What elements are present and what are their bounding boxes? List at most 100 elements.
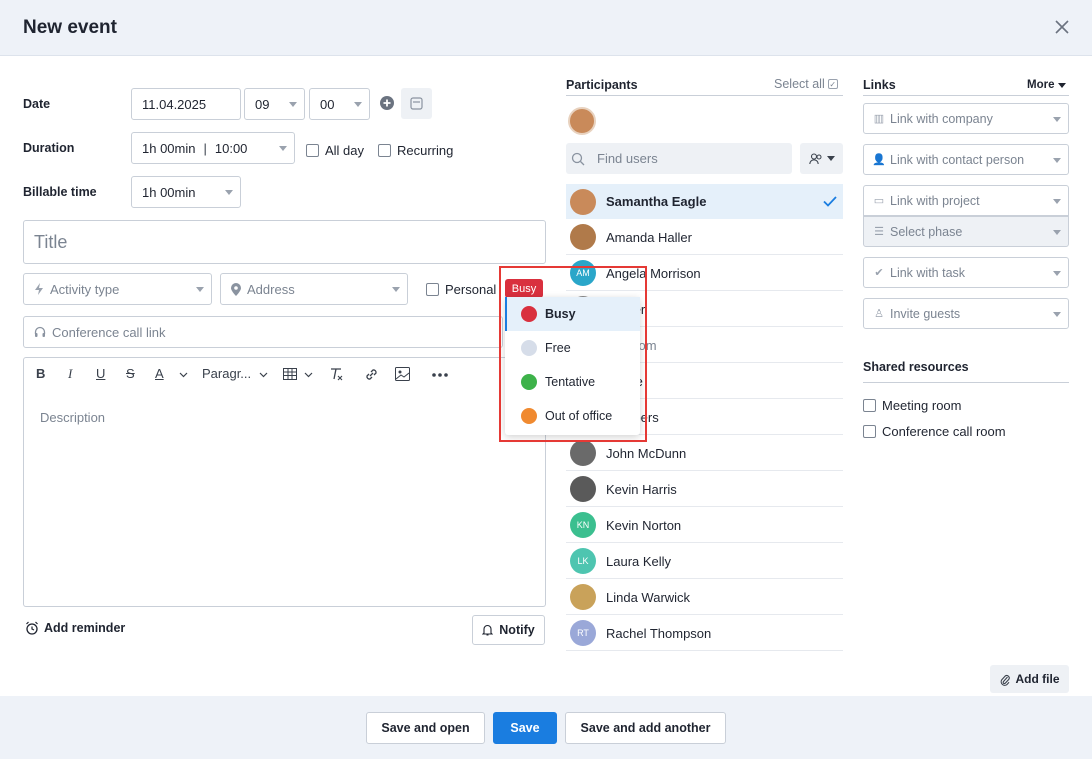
participant-row[interactable]: Amanda Haller xyxy=(566,220,843,255)
alarm-clock-icon xyxy=(26,621,38,635)
link-contact-select[interactable]: 👤 Link with contact person xyxy=(863,144,1069,175)
avatar xyxy=(570,224,596,250)
participant-row[interactable]: Samantha Eagle xyxy=(566,184,843,219)
conference-room-checkbox[interactable]: Conference call room xyxy=(863,424,1006,439)
image-icon[interactable] xyxy=(395,367,410,381)
clear-format-icon[interactable] xyxy=(329,367,343,381)
meeting-room-checkbox[interactable]: Meeting room xyxy=(863,398,961,413)
caret-down-icon xyxy=(1058,82,1067,88)
add-reminder-button[interactable]: Add reminder xyxy=(25,621,125,635)
participants-title: Participants xyxy=(566,78,638,92)
link-icon[interactable] xyxy=(364,367,379,382)
dialog-footer: Save and open Save Save and add another xyxy=(0,696,1092,759)
chevron-down-icon[interactable] xyxy=(304,372,313,378)
select-phase-select[interactable]: ☰ Select phase xyxy=(863,216,1069,247)
participant-row[interactable]: Linda Warwick xyxy=(566,580,843,615)
participant-name: Kevin Norton xyxy=(606,517,682,533)
billable-select[interactable]: 1h 00min xyxy=(131,176,241,208)
participant-name: Kevin Harris xyxy=(606,481,677,497)
location-pin-icon xyxy=(231,282,241,296)
avatar xyxy=(570,584,596,610)
add-file-button[interactable]: Add file xyxy=(990,665,1069,693)
users-icon xyxy=(808,152,821,164)
link-project-select[interactable]: ▭ Link with project xyxy=(863,185,1069,216)
bold-button[interactable]: B xyxy=(36,366,45,381)
duration-separator: | xyxy=(203,140,207,156)
personal-checkbox[interactable]: Personal xyxy=(426,282,496,297)
save-button[interactable]: Save xyxy=(493,712,557,744)
avatar: KN xyxy=(570,512,596,538)
highlight-box xyxy=(499,266,647,442)
italic-button[interactable]: I xyxy=(68,366,72,382)
more-links-button[interactable]: More xyxy=(1027,79,1067,91)
link-task-select[interactable]: ✔ Link with task xyxy=(863,257,1069,288)
dialog-header: New event xyxy=(0,0,1092,56)
bell-icon xyxy=(482,624,494,636)
links-title: Links xyxy=(863,78,896,92)
user-groups-button[interactable] xyxy=(800,143,843,174)
shared-resources-divider xyxy=(863,382,1069,383)
shared-resources-title: Shared resources xyxy=(863,360,969,374)
avatar: RT xyxy=(570,620,596,646)
participant-name: Amanda Haller xyxy=(606,229,692,245)
participant-name: Linda Warwick xyxy=(606,589,691,605)
participant-name: John McDunn xyxy=(606,445,687,461)
select-all-check-icon: ✓ xyxy=(827,79,838,89)
person-icon: 👤 xyxy=(872,154,886,166)
participants-divider xyxy=(566,95,843,96)
all-day-checkbox[interactable]: All day xyxy=(306,143,364,158)
participant-row[interactable]: Kevin Harris xyxy=(566,472,843,507)
close-icon[interactable] xyxy=(1052,17,1072,37)
avatar xyxy=(570,440,596,466)
find-users-input[interactable]: Find users xyxy=(566,143,792,174)
chevron-down-icon[interactable] xyxy=(179,372,188,378)
more-options-icon[interactable] xyxy=(432,373,448,377)
chevron-down-icon[interactable] xyxy=(259,372,268,378)
underline-button[interactable]: U xyxy=(96,366,105,381)
links-divider xyxy=(863,95,1069,96)
strikethrough-button[interactable]: S xyxy=(126,366,135,381)
timezone-button[interactable] xyxy=(401,88,432,119)
link-company-select[interactable]: ▥ Link with company xyxy=(863,103,1069,134)
dialog-title: New event xyxy=(23,17,117,38)
activity-type-select[interactable]: Activity type xyxy=(23,273,212,305)
date-input[interactable]: 11.04.2025 xyxy=(131,88,241,120)
date-label: Date xyxy=(23,97,51,111)
notify-button[interactable]: Notify xyxy=(472,615,545,645)
save-and-open-button[interactable]: Save and open xyxy=(366,712,485,744)
participant-row[interactable]: LK Laura Kelly xyxy=(566,544,843,579)
text-color-button[interactable]: A xyxy=(155,366,164,381)
avatar xyxy=(568,107,596,135)
minute-select[interactable]: 00 xyxy=(309,88,370,120)
participant-name: Samantha Eagle xyxy=(606,194,707,209)
table-icon[interactable] xyxy=(283,368,297,380)
description-placeholder: Description xyxy=(40,410,106,425)
participant-row[interactable]: RT Rachel Thompson xyxy=(566,616,843,651)
headset-icon xyxy=(34,326,46,337)
hour-select[interactable]: 09 xyxy=(244,88,305,120)
list-icon: ☰ xyxy=(874,226,884,238)
add-time-icon[interactable] xyxy=(379,95,395,111)
check-icon: ✔ xyxy=(874,267,884,279)
editor-toolbar: B I U S A Paragr... xyxy=(23,357,546,392)
guest-icon: ♙ xyxy=(874,308,884,320)
calendar-sync-icon xyxy=(410,97,423,110)
invite-guests-select[interactable]: ♙ Invite guests xyxy=(863,298,1069,329)
bolt-icon xyxy=(35,283,43,295)
select-all-button[interactable]: Select all ✓ xyxy=(774,77,838,91)
avatar xyxy=(570,476,596,502)
duration-select[interactable]: 1h 00min | 10:00 xyxy=(131,132,295,164)
title-input[interactable]: Title xyxy=(23,220,546,264)
paragraph-select[interactable]: Paragr... xyxy=(202,366,251,381)
avatar: LK xyxy=(570,548,596,574)
paperclip-icon xyxy=(1000,674,1010,686)
building-icon: ▥ xyxy=(873,113,885,125)
save-and-add-another-button[interactable]: Save and add another xyxy=(565,712,726,744)
participant-name: Rachel Thompson xyxy=(606,625,712,641)
recurring-checkbox[interactable]: Recurring xyxy=(378,143,453,158)
conference-link-input[interactable]: Conference call link xyxy=(23,316,503,348)
avatar xyxy=(570,188,596,215)
address-select[interactable]: Address xyxy=(220,273,408,305)
description-editor[interactable]: Description xyxy=(23,391,546,607)
participant-row[interactable]: KN Kevin Norton xyxy=(566,508,843,543)
